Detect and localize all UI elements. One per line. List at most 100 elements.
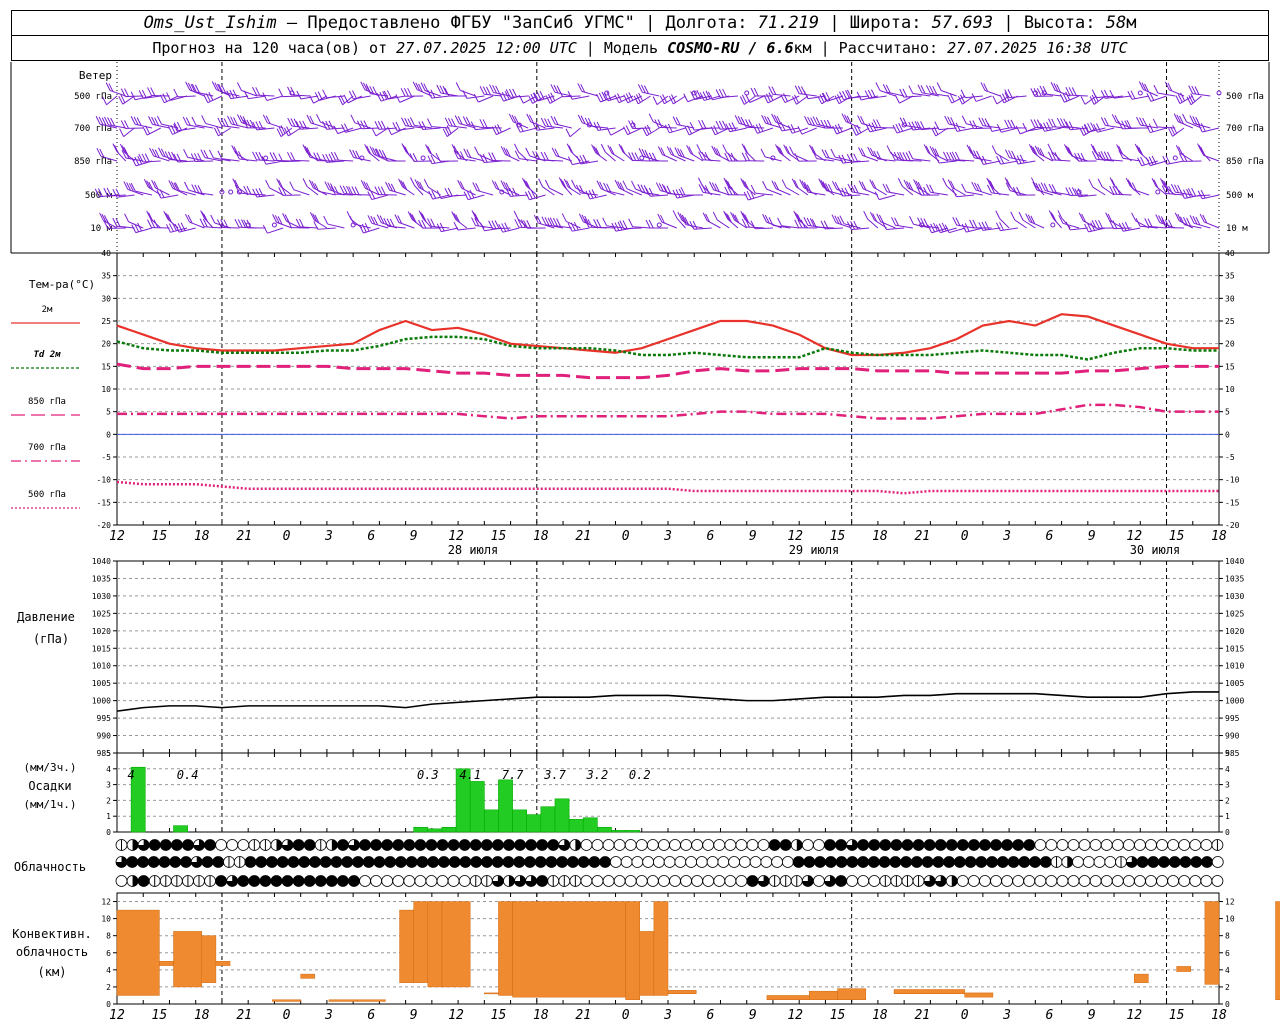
conv-ytick-label: 2: [1225, 983, 1230, 992]
wind-barb-feather: [184, 182, 188, 190]
calm-circle: [229, 190, 233, 194]
cloud-symbol-fill: [415, 840, 426, 851]
wind-barb-feather: [673, 210, 677, 218]
temp-xtick-label: 0: [961, 529, 969, 544]
conv-bar: [301, 974, 315, 978]
cloud-symbol-fill: [293, 876, 304, 887]
cloud-symbol-fill: [578, 857, 589, 868]
conv-bar: [668, 990, 696, 993]
cloud-symbol: [1179, 840, 1190, 851]
precip-bar: [414, 827, 428, 832]
cloud-symbol: [1035, 876, 1046, 887]
conv-bar: [838, 989, 866, 1000]
wind-barb-feather: [1187, 189, 1191, 197]
wind-barb: [816, 227, 834, 228]
pressure-ytick-label: 1020: [92, 627, 111, 636]
wind-barb: [283, 161, 301, 162]
temp-xtick-label: 9: [410, 529, 418, 544]
precip-ytick-label: 4: [1225, 765, 1230, 774]
pressure-ytick-label: 995: [97, 714, 112, 723]
wind-barb: [267, 228, 283, 233]
cloud-symbol: [703, 840, 714, 851]
cloud-symbol: [736, 876, 747, 887]
pressure-ytick-label: 1010: [1225, 662, 1244, 671]
cloud-symbol-fill: [148, 857, 159, 868]
wind-barb-feather: [909, 151, 913, 159]
wind-barb: [1000, 219, 1009, 228]
calm-circle: [272, 223, 276, 227]
cloud-symbol-fill: [935, 840, 946, 851]
cloud-symbol-fill: [891, 840, 902, 851]
precip-ytick-label: 4: [106, 765, 111, 774]
pressure-ytick-label: 1030: [1225, 592, 1244, 601]
temp-xtick-label: 21: [236, 529, 252, 544]
precip-ytick-label: 1: [1225, 812, 1230, 821]
cloud-symbol-fill: [282, 876, 293, 887]
pressure-ytick-label: 1040: [92, 557, 111, 566]
cloud-symbol-fill: [304, 840, 315, 851]
cloud-symbol-fill: [836, 857, 847, 868]
cloud-symbol-fill: [171, 840, 182, 851]
cloud-symbol-fill: [815, 857, 826, 868]
cloud-symbol-fill: [374, 857, 385, 868]
wind-barb-feather: [676, 189, 680, 197]
wind-barb-feather: [1051, 212, 1055, 220]
conv-ytick-label: 10: [1225, 915, 1235, 924]
cloud-symbol-fill: [911, 857, 922, 868]
wind-barb: [248, 96, 265, 99]
cloud-symbol: [1073, 857, 1084, 868]
cloud-symbol: [991, 876, 1002, 887]
wind-barb-feather: [566, 129, 570, 137]
wind-barb-feather: [778, 218, 782, 226]
wind-barb-feather: [864, 211, 868, 219]
cloud-symbol-fill: [393, 840, 404, 851]
wind-barb-feather: [1119, 223, 1123, 231]
cloud-symbol-fill: [1148, 857, 1159, 868]
wind-barb-feather: [1112, 114, 1116, 122]
cloud-symbol-fill: [348, 876, 359, 887]
cloud-symbol-fill: [824, 840, 835, 851]
temp-ytick-label: 0: [1225, 430, 1230, 439]
wind-barb-feather: [1201, 123, 1205, 131]
conv-bar: [159, 961, 173, 965]
precip-ytick-label: 3: [106, 781, 111, 790]
wind-barb-feather: [790, 147, 794, 155]
temp-title: Тем-ра(°С): [29, 278, 95, 291]
cloud-symbol-fill: [213, 857, 224, 868]
cloud-symbol: [1190, 840, 1201, 851]
cloud-symbol-fill: [509, 876, 515, 887]
wind-barb-feather: [1174, 114, 1178, 122]
wind-barb-feather: [253, 189, 257, 197]
temp-xtick-label: 15: [830, 529, 846, 544]
wind-barb-feather: [1128, 91, 1132, 99]
wind-barb-feather: [113, 144, 117, 152]
cloud-symbol: [1212, 857, 1223, 868]
wind-barb-feather: [732, 122, 736, 130]
cloud-symbol: [707, 857, 718, 868]
pressure-ytick-label: 1025: [92, 609, 111, 618]
temp-xtick-label: 18: [1211, 529, 1227, 544]
wind-barb-feather: [192, 117, 196, 125]
cloud-symbol-fill: [546, 857, 557, 868]
conv-bar: [400, 910, 414, 983]
wind-barb-feather: [1112, 179, 1116, 187]
temp-ytick-label: -20: [1225, 521, 1240, 530]
wind-barb: [611, 128, 624, 135]
cloud-symbol-fill: [901, 857, 912, 868]
cloud-symbol: [1079, 876, 1090, 887]
cloud-symbol: [1035, 840, 1046, 851]
cloud-symbol: [813, 840, 824, 851]
cloud-title: Облачность: [14, 860, 86, 874]
cloud-symbol-fill: [1008, 857, 1019, 868]
wind-barb-feather: [1201, 190, 1205, 198]
temp-legend-label: 500 гПа: [28, 490, 66, 500]
wind-barb-feather: [887, 146, 891, 154]
conv-xtick-label: 3: [1002, 1008, 1011, 1023]
conv-ytick-label: 8: [1225, 932, 1230, 941]
wind-barb-feather: [1110, 178, 1114, 186]
conv-xtick-label: 9: [1088, 1008, 1096, 1023]
temp-xtick-label: 15: [152, 529, 168, 544]
wind-barb-feather: [623, 181, 627, 189]
precip-bar: [611, 830, 625, 832]
cloud-symbol-fill: [879, 857, 890, 868]
